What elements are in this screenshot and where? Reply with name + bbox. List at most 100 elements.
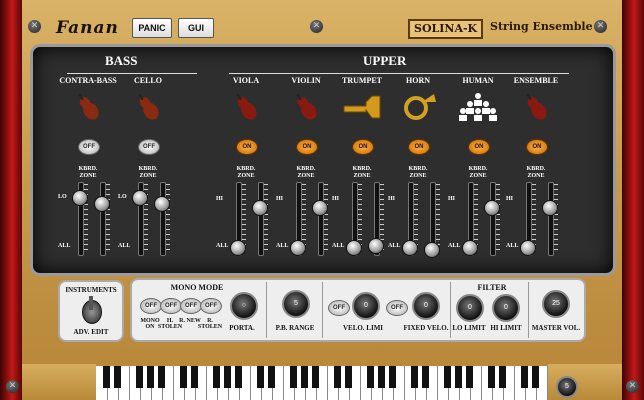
violin-icon bbox=[68, 92, 108, 122]
mono-toggle-1[interactable]: OFF bbox=[160, 298, 182, 314]
pb-range-dial[interactable]: 5 bbox=[282, 290, 310, 318]
black-key[interactable] bbox=[180, 366, 187, 388]
app-logo: Fanan bbox=[56, 18, 119, 38]
black-key[interactable] bbox=[312, 366, 319, 388]
zone-high-knob[interactable] bbox=[368, 238, 384, 254]
black-key[interactable] bbox=[389, 366, 396, 388]
porta-label: PORTA. bbox=[229, 324, 255, 332]
black-key[interactable] bbox=[224, 366, 231, 388]
zone-low-knob[interactable] bbox=[462, 240, 478, 256]
zone-high-knob[interactable] bbox=[312, 200, 328, 216]
instrument-name-cello: CELLO bbox=[133, 76, 162, 85]
mono-toggle-0[interactable]: OFF bbox=[140, 298, 162, 314]
fixed-velo-toggle[interactable]: OFF bbox=[386, 300, 408, 316]
mono-mode-title: MONO MODE bbox=[170, 283, 224, 292]
black-key[interactable] bbox=[268, 366, 275, 388]
black-key[interactable] bbox=[378, 366, 385, 388]
screw-icon: ✕ bbox=[310, 20, 323, 33]
velo-limi-dial[interactable]: 0 bbox=[352, 292, 380, 320]
fader-ticks bbox=[496, 184, 500, 252]
master-volume-dial[interactable]: 25 bbox=[542, 290, 570, 318]
fader-all-label: ALL bbox=[276, 243, 289, 249]
fader-top-label: HI bbox=[216, 196, 224, 202]
fader-top-label: LO bbox=[58, 194, 67, 200]
black-key[interactable] bbox=[455, 366, 462, 388]
black-key[interactable] bbox=[466, 366, 473, 388]
black-key[interactable] bbox=[488, 366, 495, 388]
mono-toggle-2[interactable]: OFF bbox=[180, 298, 202, 314]
kbrd-zone-label: KBRD. ZONE bbox=[408, 166, 428, 179]
black-key[interactable] bbox=[499, 366, 506, 388]
zone-low-knob[interactable] bbox=[72, 190, 88, 206]
toggle-trumpet[interactable]: ON bbox=[352, 139, 374, 155]
zone-high-knob[interactable] bbox=[154, 196, 170, 212]
black-key[interactable] bbox=[444, 366, 451, 388]
black-key[interactable] bbox=[532, 366, 539, 388]
toggle-contra-bass[interactable]: OFF bbox=[78, 139, 100, 155]
violins-icon bbox=[516, 92, 556, 122]
black-key[interactable] bbox=[136, 366, 143, 388]
gui-button[interactable]: GUI bbox=[178, 18, 214, 38]
instruments-box: INSTRUMENTS ADV. EDIT bbox=[58, 280, 124, 342]
toggle-human[interactable]: ON bbox=[468, 139, 490, 155]
kbrd-zone-label: KBRD. ZONE bbox=[296, 166, 316, 179]
instrument-name-ensemble: ENSEMBLE bbox=[513, 76, 559, 85]
black-key[interactable] bbox=[422, 366, 429, 388]
fader-all-label: ALL bbox=[448, 243, 461, 249]
zone-high-knob[interactable] bbox=[424, 242, 440, 258]
violin-icon bbox=[128, 92, 168, 122]
fader-top-label: HI bbox=[276, 196, 284, 202]
top-bar: Fanan PANIC GUI SOLINA-K String Ensemble bbox=[38, 12, 608, 42]
zone-high-knob[interactable] bbox=[94, 196, 110, 212]
toggle-cello[interactable]: OFF bbox=[138, 139, 160, 155]
mono-toggle-3[interactable]: OFF bbox=[200, 298, 222, 314]
zone-low-knob[interactable] bbox=[520, 240, 536, 256]
bass-divider bbox=[67, 73, 197, 74]
black-key[interactable] bbox=[290, 366, 297, 388]
black-key[interactable] bbox=[114, 366, 121, 388]
black-key[interactable] bbox=[345, 366, 352, 388]
toggle-ensemble[interactable]: ON bbox=[526, 139, 548, 155]
black-key[interactable] bbox=[158, 366, 165, 388]
black-key[interactable] bbox=[213, 366, 220, 388]
panic-button[interactable]: PANIC bbox=[132, 18, 172, 38]
black-key[interactable] bbox=[411, 366, 418, 388]
black-key[interactable] bbox=[103, 366, 110, 388]
black-key[interactable] bbox=[521, 366, 528, 388]
porta-dial[interactable]: ○ bbox=[230, 292, 258, 320]
black-key[interactable] bbox=[235, 366, 242, 388]
kbrd-zone-label: KBRD. ZONE bbox=[236, 166, 256, 179]
toggle-violin[interactable]: ON bbox=[296, 139, 318, 155]
lo-limit-dial[interactable]: 0 bbox=[456, 294, 484, 322]
lo-limit-label: LO LIMIT bbox=[452, 324, 486, 332]
black-key[interactable] bbox=[147, 366, 154, 388]
toggle-viola[interactable]: ON bbox=[236, 139, 258, 155]
black-key[interactable] bbox=[367, 366, 374, 388]
fader-ticks bbox=[324, 184, 328, 252]
zone-low-knob[interactable] bbox=[402, 240, 418, 256]
fader-ticks bbox=[554, 184, 558, 252]
fader-all-label: ALL bbox=[216, 243, 229, 249]
violin-icon bbox=[286, 92, 326, 122]
fader-all-label: ALL bbox=[332, 243, 345, 249]
transpose-dial[interactable]: 5 bbox=[556, 376, 578, 398]
black-key[interactable] bbox=[334, 366, 341, 388]
black-key[interactable] bbox=[257, 366, 264, 388]
upper-title: UPPER bbox=[363, 53, 407, 68]
zone-high-knob[interactable] bbox=[542, 200, 558, 216]
black-key[interactable] bbox=[191, 366, 198, 388]
zone-high-knob[interactable] bbox=[252, 200, 268, 216]
black-key[interactable] bbox=[301, 366, 308, 388]
zone-high-knob[interactable] bbox=[484, 200, 500, 216]
hi-limit-dial[interactable]: 0 bbox=[492, 294, 520, 322]
zone-low-knob[interactable] bbox=[346, 240, 362, 256]
zone-low-knob[interactable] bbox=[132, 190, 148, 206]
fixed-velo-dial[interactable]: 0 bbox=[412, 292, 440, 320]
velo-limi-toggle[interactable]: OFF bbox=[328, 300, 350, 316]
screw-icon: ✕ bbox=[594, 20, 607, 33]
toggle-horn[interactable]: ON bbox=[408, 139, 430, 155]
zone-low-knob[interactable] bbox=[290, 240, 306, 256]
right-rail bbox=[622, 0, 644, 400]
zone-low-knob[interactable] bbox=[230, 240, 246, 256]
divider bbox=[322, 282, 323, 338]
